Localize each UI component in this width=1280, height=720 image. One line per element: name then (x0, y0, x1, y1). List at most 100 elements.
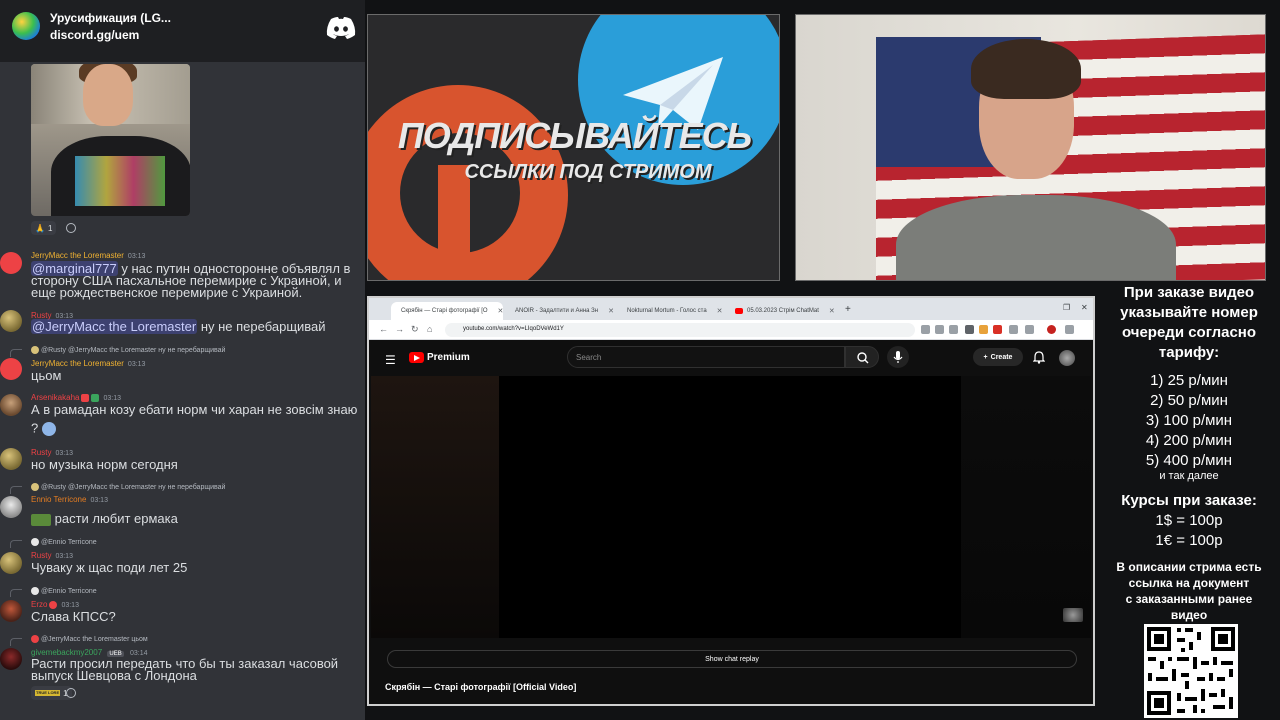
reply-preview[interactable]: @JerryMacc the Loremaster цьом (31, 635, 148, 643)
back-icon[interactable]: ← (379, 324, 388, 334)
reload-icon[interactable]: ↻ (411, 324, 419, 335)
video-title[interactable]: Скрябін — Старі фотографії [Official Vid… (385, 682, 576, 692)
video-player[interactable] (371, 376, 1091, 638)
reply-preview[interactable]: @Ennio Terricone (31, 538, 97, 546)
youtube-brand-text: Premium (427, 352, 470, 363)
home-icon[interactable]: ⌂ (427, 324, 432, 334)
close-tab-icon[interactable]: ✕ (608, 307, 614, 315)
message-text: Слава КПСС? (31, 609, 116, 624)
new-tab-button[interactable]: + (845, 304, 851, 315)
zoom-icon[interactable] (921, 325, 930, 334)
create-button[interactable]: + Create (973, 348, 1023, 366)
reply-preview[interactable]: @Rusty @JerryMacc the Loremaster ну не п… (31, 483, 225, 491)
message-author[interactable]: Rusty 03:13 (31, 551, 73, 560)
add-reaction-icon[interactable] (66, 223, 76, 233)
reply-connector (10, 638, 22, 646)
avatar[interactable] (0, 310, 22, 332)
show-chat-replay-button[interactable]: Show chat replay (387, 650, 1077, 668)
message-text: выпуск Шевцова с Лондона (31, 668, 197, 683)
player-thumbnail-icon (1063, 608, 1083, 622)
menu-icon[interactable]: ☰ (385, 353, 396, 367)
menu-dots-icon[interactable] (1065, 325, 1074, 334)
avatar[interactable] (0, 552, 22, 574)
message-text: Чуваку ж щас поди лет 25 (31, 560, 188, 575)
user-mention[interactable]: @JerryMacc the Loremaster (31, 319, 198, 334)
description-note: видео (1170, 608, 1208, 622)
cast-icon[interactable] (935, 325, 944, 334)
avatar[interactable] (0, 448, 22, 470)
banner-subtitle: ССЫЛКИ ПОД СТРИМОМ (464, 161, 712, 183)
emoji-icon (41, 422, 56, 436)
avatar[interactable] (0, 252, 22, 274)
profile-avatar[interactable] (1047, 325, 1056, 334)
browser-window: Скрябін — Старі фотографії [О ✕ ANOIR - … (367, 296, 1095, 706)
restore-window-icon[interactable]: ❐ (1063, 303, 1070, 312)
message-author[interactable]: Arsenikakaha 03:13 (31, 393, 121, 402)
youtube-header: ☰ Premium Search + Create (369, 340, 1093, 376)
chat-image-attachment[interactable] (31, 64, 190, 216)
video-frame-right (961, 376, 1091, 638)
extension-icon[interactable] (993, 325, 1002, 334)
extension-icon[interactable] (965, 325, 974, 334)
url-field[interactable]: youtube.com/watch?v=LIqoDVeWd1Y (445, 323, 915, 337)
sticker-icon (31, 513, 51, 526)
bookmark-icon[interactable] (949, 325, 958, 334)
sidepanel-icon[interactable] (1025, 325, 1034, 334)
microphone-icon (893, 351, 903, 363)
browser-tab[interactable]: 05.03.2023 Стрім ChatMat ✕ (729, 302, 841, 320)
tab-title: Nokturnal Mortum - Голос ста (627, 308, 707, 314)
reply-preview[interactable]: @Ennio Terricone (31, 587, 97, 595)
reply-connector (10, 540, 22, 548)
server-icon[interactable] (12, 12, 40, 40)
extension-icon[interactable] (979, 325, 988, 334)
message-author[interactable]: Ennio Terricone 03:13 (31, 495, 108, 504)
tab-title: ANOIR - Задалтити и Анна Зн (515, 308, 599, 314)
plus-icon: + (983, 353, 988, 361)
description-note: В описании стрима есть (1116, 560, 1262, 574)
message-author[interactable]: JerryMacc the Loremaster 03:13 (31, 251, 145, 260)
chat-message-list[interactable]: 🙏 1 JerryMacc the Loremaster 03:13 @margi… (0, 62, 365, 720)
tariff-line: 4) 200 р/мин (1145, 432, 1233, 449)
close-tab-icon[interactable]: ✕ (829, 307, 835, 315)
reaction-pill[interactable]: 🙏 1 (31, 221, 57, 235)
add-reaction-icon[interactable] (66, 688, 76, 698)
streamer-body (896, 195, 1176, 280)
youtube-favicon-icon (735, 308, 743, 314)
close-tab-icon[interactable]: ✕ (717, 307, 723, 315)
user-avatar[interactable] (1059, 350, 1075, 366)
streamer-hair (971, 39, 1081, 99)
message-author[interactable]: JerryMacc the Loremaster 03:13 (31, 359, 145, 368)
youtube-play-icon (409, 352, 424, 363)
order-instruction-line: тарифу: (1158, 344, 1220, 361)
qr-code (1144, 624, 1238, 718)
rate-line: 1$ = 100р (1155, 512, 1223, 529)
message-author[interactable]: Erzo 03:13 (31, 600, 79, 609)
message-text: но музыка норм сегодня (31, 457, 178, 472)
tariff-line: 1) 25 р/мин (1150, 372, 1228, 389)
avatar[interactable] (0, 496, 22, 518)
reaction-count: 1 (47, 223, 53, 233)
close-window-icon[interactable]: ✕ (1081, 303, 1088, 312)
banner-title: ПОДПИСЫВАЙТЕСЬ (397, 115, 752, 156)
youtube-premium-logo[interactable]: Premium (409, 352, 470, 363)
forward-icon[interactable]: → (395, 324, 404, 334)
message-text: цьом (31, 368, 62, 383)
reply-preview[interactable]: @Rusty @JerryMacc the Loremaster ну не п… (31, 346, 225, 354)
avatar[interactable] (0, 358, 22, 380)
browser-tab[interactable]: Скрябін — Старі фотографії [О ✕ (391, 302, 503, 320)
notifications-bell-icon[interactable] (1033, 351, 1045, 364)
server-name: Урусификация (LG... (50, 11, 171, 25)
server-invite-link[interactable]: discord.gg/uem (50, 28, 139, 42)
search-input[interactable]: Search (567, 346, 845, 368)
browser-tab[interactable]: Nokturnal Mortum - Голос ста ✕ (617, 302, 727, 320)
avatar[interactable] (0, 394, 22, 416)
message-author[interactable]: Rusty 03:13 (31, 448, 73, 457)
close-tab-icon[interactable]: ✕ (498, 307, 503, 315)
extensions-puzzle-icon[interactable] (1009, 325, 1018, 334)
voice-search-button[interactable] (887, 346, 909, 368)
browser-tab[interactable]: ANOIR - Задалтити и Анна Зн ✕ (505, 302, 615, 320)
subscribe-banner: ПОДПИСЫВАЙТЕСЬ ССЫЛКИ ПОД СТРИМОМ (367, 14, 780, 281)
avatar[interactable] (0, 648, 22, 670)
avatar[interactable] (0, 600, 22, 622)
search-button[interactable] (845, 346, 879, 368)
